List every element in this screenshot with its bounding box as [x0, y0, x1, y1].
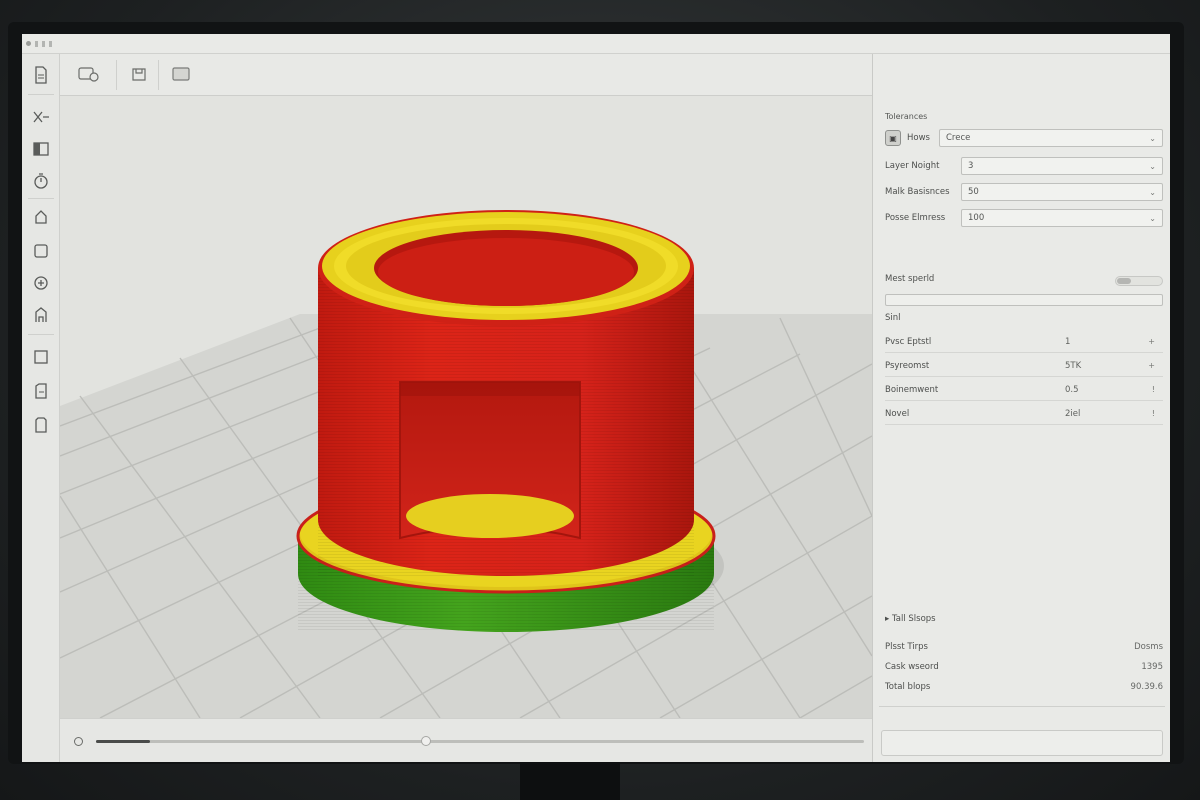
info-icon[interactable]: ! — [1135, 409, 1155, 418]
cabinet-icon[interactable] — [30, 380, 52, 402]
setting-row[interactable]: Novel 2iel ! — [885, 403, 1163, 425]
chevron-down-icon: ⌄ — [1149, 187, 1156, 197]
setting-label: Psyreomst — [885, 360, 930, 371]
speed-toggle[interactable] — [1115, 276, 1163, 286]
preset-row: ▣ Hows Crece ⌄ — [885, 128, 1163, 148]
setting-label: Pvsc Eptstl — [885, 336, 932, 347]
title-bar — [22, 34, 1170, 54]
3d-viewport[interactable] — [60, 96, 872, 718]
text-input[interactable] — [885, 294, 1163, 306]
slicer-app-window: Tolerances ▣ Hows Crece ⌄ Layer Noight 3… — [22, 34, 1170, 762]
window-control-icon[interactable] — [42, 40, 45, 47]
toggle-knob — [1117, 278, 1131, 284]
slice-button[interactable] — [881, 730, 1163, 756]
stats-header: ▸ Tall Slsops — [885, 614, 936, 624]
wall-thickness-dropdown[interactable]: 50 ⌄ — [961, 183, 1163, 201]
setting-value: 1 — [1065, 336, 1071, 347]
section-label: Sinl — [885, 313, 901, 323]
setting-value: 0.5 — [1065, 384, 1079, 395]
support-icon[interactable] — [30, 206, 52, 228]
toolbar-divider — [28, 94, 54, 95]
infill-row: Posse Elmress 100 ⌄ — [885, 208, 1163, 228]
panel-icon[interactable] — [30, 138, 52, 160]
setting-row[interactable]: Psyreomst 5TK + — [885, 355, 1163, 377]
stat-label: Cask wseord — [885, 662, 939, 672]
setting-label: Layer Noight — [885, 161, 940, 171]
stat-row: Cask wseord 1395 — [885, 662, 1163, 672]
toolbar-divider — [28, 334, 54, 335]
print-settings-panel: Tolerances ▣ Hows Crece ⌄ Layer Noight 3… — [872, 54, 1170, 762]
chevron-down-icon: ⌄ — [1149, 133, 1156, 143]
setting-value: 100 — [968, 213, 985, 223]
setting-label: Novel — [885, 408, 910, 419]
add-icon[interactable] — [30, 272, 52, 294]
timer-icon[interactable] — [30, 170, 52, 192]
setting-row[interactable]: Boinemwent 0.5 ! — [885, 379, 1163, 401]
setting-label: Boinemwent — [885, 384, 939, 395]
frame-icon[interactable] — [170, 64, 192, 84]
layer-slider-bar — [60, 718, 872, 762]
toggle-label: Mest sperld — [885, 274, 935, 284]
preset-value: Crece — [946, 133, 971, 143]
app-icon — [26, 41, 31, 46]
open-icon[interactable] — [78, 64, 100, 84]
chevron-down-icon: ⌄ — [1149, 213, 1156, 223]
setting-value: 2iel — [1065, 408, 1081, 419]
monitor-stand — [520, 762, 620, 800]
stat-value: Dosms — [1134, 642, 1163, 652]
layer-slider-fill — [96, 740, 150, 743]
toolbar-divider — [158, 60, 159, 90]
toolbar-divider — [116, 60, 117, 90]
layer-height-row: Layer Noight 3 ⌄ — [885, 156, 1163, 176]
window-control-icon[interactable] — [49, 40, 52, 47]
divider — [879, 706, 1165, 707]
stat-label: Total blops — [885, 682, 931, 692]
stat-value: 90.39.6 — [1130, 682, 1163, 692]
infill-dropdown[interactable]: 100 ⌄ — [961, 209, 1163, 227]
panel-header: Tolerances — [885, 112, 928, 121]
square-icon[interactable] — [30, 346, 52, 368]
arrow-icon: ▸ — [885, 614, 892, 624]
file-icon[interactable] — [30, 64, 52, 86]
setting-row[interactable]: Pvsc Eptstl 1 + — [885, 331, 1163, 353]
left-toolbar — [22, 54, 60, 762]
stat-row: Plsst Tirps Dosms — [885, 642, 1163, 652]
cube-icon[interactable] — [30, 240, 52, 262]
paint-icon[interactable] — [30, 304, 52, 326]
layer-slider-track[interactable] — [96, 740, 864, 743]
transform-icon[interactable] — [30, 106, 52, 128]
stat-label: Plsst Tirps — [885, 642, 928, 652]
stat-value: 1395 — [1141, 662, 1163, 672]
3d-model[interactable] — [296, 210, 724, 632]
toolbar-divider — [28, 198, 54, 199]
box-icon[interactable] — [30, 414, 52, 436]
info-icon[interactable]: ! — [1135, 385, 1155, 394]
expand-icon[interactable]: + — [1135, 361, 1155, 370]
setting-value: 50 — [968, 187, 979, 197]
setting-label: Malk Basisnces — [885, 187, 950, 197]
preset-label: Hows — [907, 133, 930, 143]
wall-thickness-row: Malk Basisnces 50 ⌄ — [885, 182, 1163, 202]
stat-row: Total blops 90.39.6 — [885, 682, 1163, 692]
top-toolbar — [60, 54, 872, 96]
play-icon[interactable] — [74, 737, 83, 746]
layer-slider-handle[interactable] — [421, 736, 432, 746]
chevron-down-icon: ⌄ — [1149, 161, 1156, 171]
stats-title: Tall Slsops — [891, 614, 936, 624]
setting-value: 3 — [968, 161, 974, 171]
setting-label: Posse Elmress — [885, 213, 946, 223]
preset-dropdown[interactable]: Crece ⌄ — [939, 129, 1163, 147]
profile-icon[interactable]: ▣ — [885, 130, 901, 146]
window-control-icon[interactable] — [35, 40, 38, 47]
layer-height-dropdown[interactable]: 3 ⌄ — [961, 157, 1163, 175]
expand-icon[interactable]: + — [1135, 337, 1155, 346]
save-icon[interactable] — [128, 64, 150, 84]
setting-value: 5TK — [1065, 360, 1082, 371]
